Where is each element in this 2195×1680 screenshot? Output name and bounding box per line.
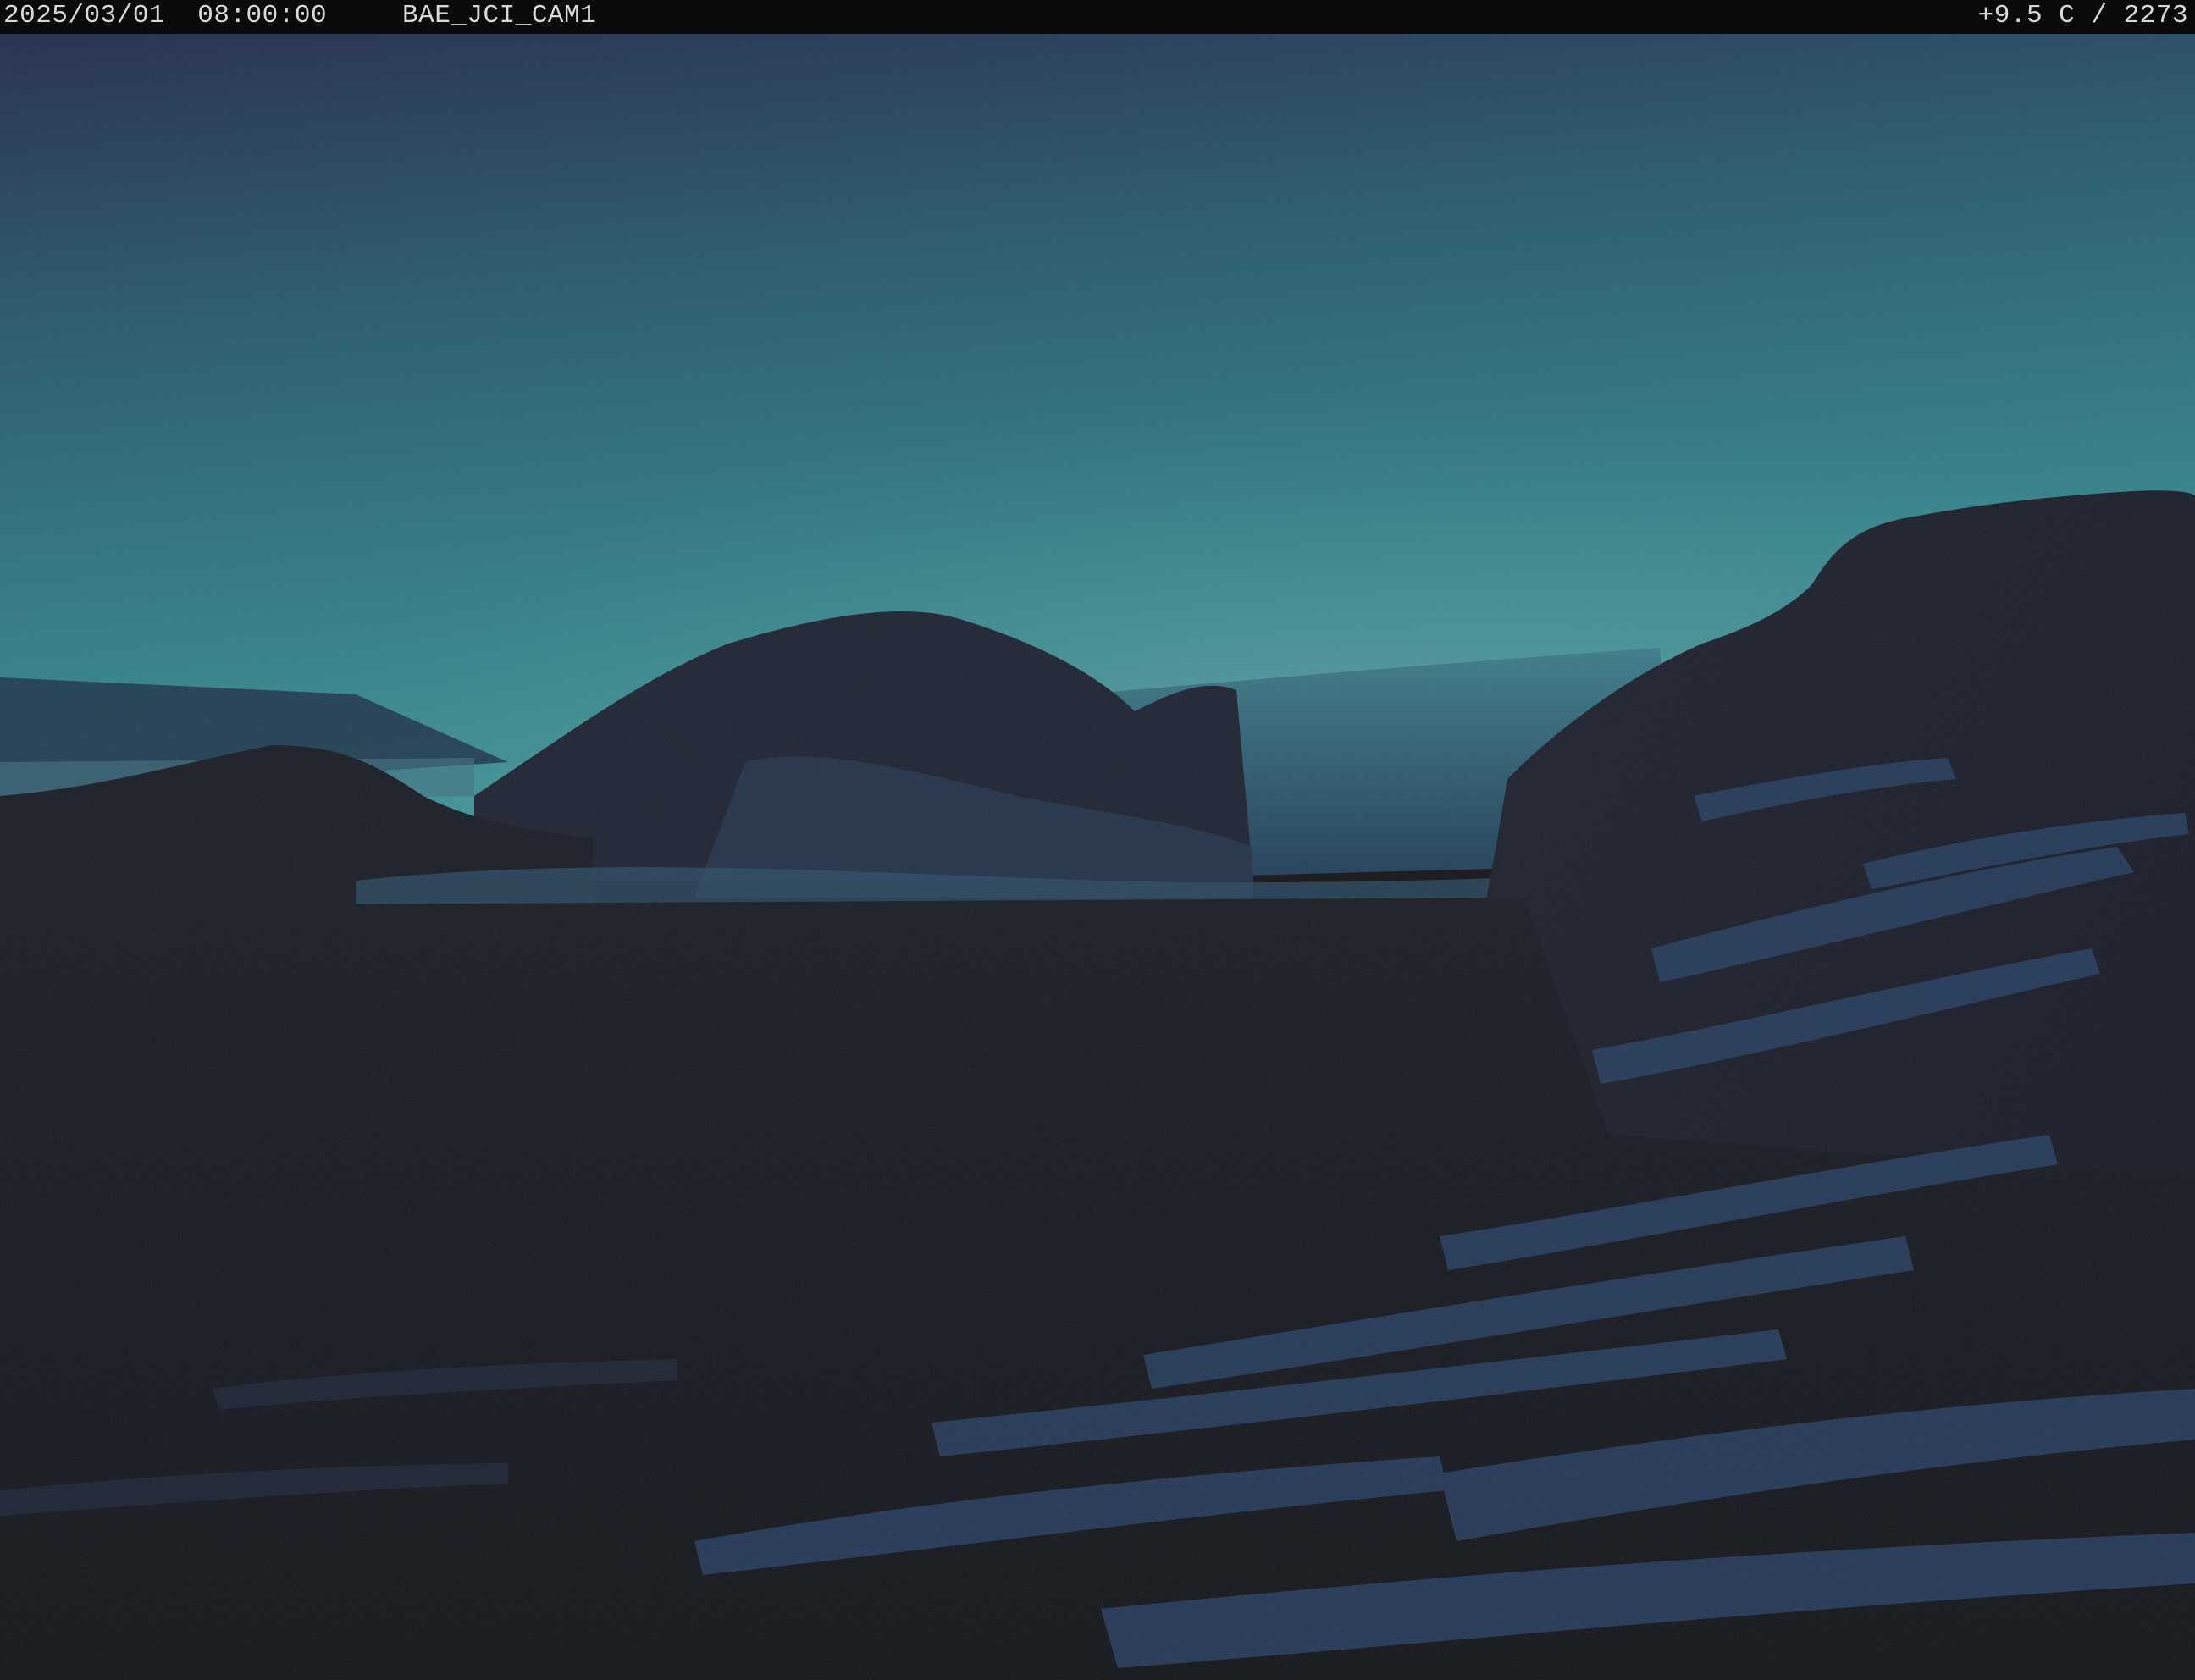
temperature-label: +9.5 C / 2273 xyxy=(1977,1,2188,30)
camera-id-label: BAE_JCI_CAM1 xyxy=(402,1,597,30)
camera-info-bar: 2025/03/01 08:00:00 BAE_JCI_CAM1 +9.5 C … xyxy=(0,0,2195,34)
timestamp-label: 2025/03/01 08:00:00 xyxy=(3,1,328,30)
landscape-scene xyxy=(0,34,2195,1680)
webcam-frame: 2025/03/01 08:00:00 BAE_JCI_CAM1 +9.5 C … xyxy=(0,0,2195,1680)
landscape-image xyxy=(0,34,2195,1680)
